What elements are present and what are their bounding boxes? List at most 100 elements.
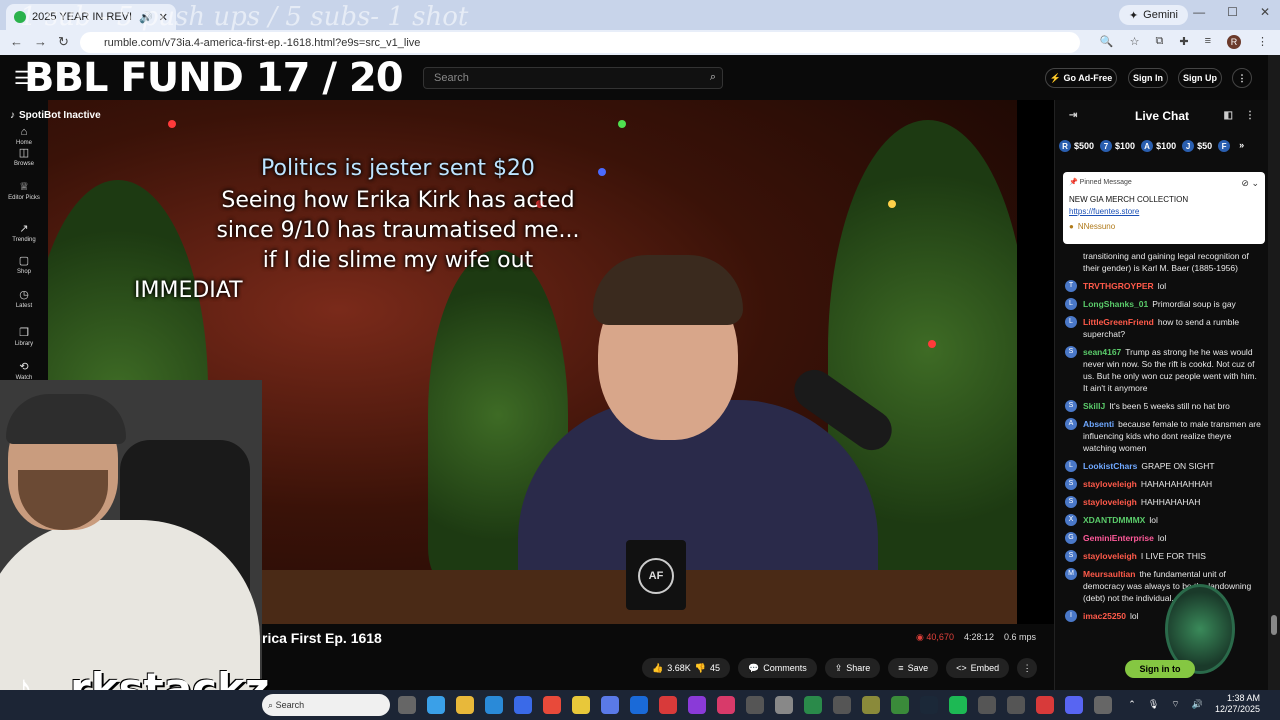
- user-avatar[interactable]: A: [1065, 418, 1077, 430]
- app-icon[interactable]: [659, 696, 677, 714]
- embed-button[interactable]: <> Embed: [946, 658, 1010, 678]
- chat-username[interactable]: LongShanks_01: [1083, 299, 1148, 309]
- chat-username[interactable]: GeminiEnterprise: [1083, 533, 1154, 543]
- chrome-profile-icon[interactable]: [572, 696, 590, 714]
- rant-chip[interactable]: R $500: [1059, 140, 1094, 152]
- app-icon[interactable]: [862, 696, 880, 714]
- rant-chip[interactable]: A $100: [1141, 140, 1176, 152]
- scroll-thumb[interactable]: [1271, 615, 1277, 635]
- sidebar-item-shop[interactable]: ▢ Shop: [0, 254, 48, 275]
- share-button[interactable]: ⇪ Share: [824, 658, 881, 678]
- sidebar-item-editor-picks[interactable]: ♕ Editor Picks: [0, 180, 48, 201]
- hide-icon[interactable]: ⊘: [1241, 178, 1249, 188]
- extension-icon[interactable]: ⧉: [1156, 35, 1164, 49]
- copilot-icon[interactable]: [427, 696, 445, 714]
- media-icon[interactable]: ≡: [1205, 35, 1211, 49]
- sidebar-item-library[interactable]: ❐ Library: [0, 326, 48, 347]
- more-options-icon[interactable]: ⋮: [1232, 68, 1252, 88]
- user-avatar[interactable]: M: [1065, 568, 1077, 580]
- chat-username[interactable]: LookistChars: [1083, 461, 1137, 471]
- chat-username[interactable]: stayloveleigh: [1083, 497, 1137, 507]
- pinned-controls[interactable]: ⊘ ⌄: [1241, 178, 1259, 189]
- sidebar-item-watch[interactable]: ⟲ Watch: [0, 360, 48, 381]
- outlook-icon[interactable]: [630, 696, 648, 714]
- chat-username[interactable]: stayloveleigh: [1083, 551, 1137, 561]
- puzzle-icon[interactable]: ✚: [1179, 35, 1188, 49]
- zoom-icon[interactable]: 🔍: [1100, 35, 1114, 49]
- app-icon[interactable]: [833, 696, 851, 714]
- rant-chip[interactable]: J $50: [1182, 140, 1212, 152]
- user-avatar[interactable]: G: [1065, 532, 1077, 544]
- popout-icon[interactable]: ◧: [1224, 110, 1233, 121]
- like-button[interactable]: 👍 3.68K 👎 45: [642, 658, 730, 678]
- sidebar-item-browse[interactable]: ◫ Browse: [0, 146, 48, 167]
- chat-username[interactable]: imac25250: [1083, 611, 1126, 621]
- user-avatar[interactable]: L: [1065, 316, 1077, 328]
- app-icon[interactable]: [775, 696, 793, 714]
- profile-avatar[interactable]: R: [1227, 35, 1241, 49]
- taskbar-search[interactable]: ⌕ Search: [262, 694, 390, 716]
- user-avatar[interactable]: S: [1065, 346, 1077, 358]
- sidebar-item-home[interactable]: ⌂ Home: [0, 126, 48, 146]
- rant-chip[interactable]: 7 $100: [1100, 140, 1135, 152]
- chat-username[interactable]: XDANTDMMMX: [1083, 515, 1145, 525]
- edge-icon[interactable]: [485, 696, 503, 714]
- chat-menu-icon[interactable]: ⋮: [1245, 110, 1255, 121]
- app-icon[interactable]: [804, 696, 822, 714]
- chat-username[interactable]: Meursaultian: [1083, 569, 1135, 579]
- spotify-icon[interactable]: [949, 696, 967, 714]
- chat-username[interactable]: TRVTHGROYPER: [1083, 281, 1154, 291]
- pinned-link[interactable]: https://fuentes.store: [1069, 207, 1139, 216]
- user-avatar[interactable]: X: [1065, 514, 1077, 526]
- collapse-chat-icon[interactable]: ⇥: [1069, 110, 1077, 121]
- settings-icon[interactable]: [1094, 696, 1112, 714]
- chevron-down-icon[interactable]: ⌄: [1251, 178, 1259, 188]
- rant-chip[interactable]: F: [1218, 140, 1233, 152]
- user-avatar[interactable]: T: [1065, 280, 1077, 292]
- teams-icon[interactable]: [601, 696, 619, 714]
- gemini-button[interactable]: ✦ Gemini: [1118, 5, 1188, 25]
- more-actions-icon[interactable]: ⋮: [1017, 658, 1038, 678]
- maximize-icon[interactable]: ☐: [1227, 5, 1238, 19]
- volume-icon[interactable]: 🔊: [1192, 699, 1203, 710]
- chat-username[interactable]: LittleGreenFriend: [1083, 317, 1154, 327]
- user-avatar[interactable]: S: [1065, 478, 1077, 490]
- address-bar[interactable]: rumble.com/v73ia.4-america-first-ep.-161…: [80, 32, 1080, 53]
- user-avatar[interactable]: S: [1065, 550, 1077, 562]
- search-input[interactable]: Search ⌕: [423, 67, 723, 89]
- app-icon[interactable]: [688, 696, 706, 714]
- chat-sign-in-button[interactable]: Sign in to: [1125, 660, 1195, 678]
- app-icon[interactable]: [1007, 696, 1025, 714]
- sidebar-item-latest[interactable]: ◷ Latest: [0, 288, 48, 309]
- task-view-icon[interactable]: [398, 696, 416, 714]
- rants-next-icon[interactable]: »: [1239, 140, 1244, 152]
- network-icon[interactable]: ⌔: [1171, 699, 1179, 710]
- chat-username[interactable]: SkillJ: [1083, 401, 1105, 411]
- page-scrollbar[interactable]: [1268, 55, 1280, 690]
- app-icon[interactable]: [746, 696, 764, 714]
- user-avatar[interactable]: L: [1065, 460, 1077, 472]
- sidebar-item-trending[interactable]: ↗ Trending: [0, 222, 48, 243]
- chat-username[interactable]: Absenti: [1083, 419, 1114, 429]
- user-avatar[interactable]: I: [1065, 610, 1077, 622]
- pinned-username[interactable]: NNessuno: [1078, 222, 1115, 231]
- sign-in-button[interactable]: Sign In: [1128, 68, 1168, 88]
- reload-icon[interactable]: ↻: [58, 34, 69, 50]
- mail-icon[interactable]: [514, 696, 532, 714]
- comments-button[interactable]: 💬 Comments: [737, 658, 817, 678]
- app-icon[interactable]: [978, 696, 996, 714]
- forward-icon[interactable]: →: [34, 34, 47, 49]
- clock[interactable]: 1:38 AM 12/27/2025: [1215, 693, 1260, 715]
- menu-dots-icon[interactable]: ⋮: [1257, 35, 1268, 49]
- search-icon[interactable]: ⌕: [710, 71, 716, 84]
- chevron-up-icon[interactable]: ⌃: [1128, 699, 1136, 710]
- save-button[interactable]: ≡ Save: [888, 658, 939, 678]
- app-icon[interactable]: [1036, 696, 1054, 714]
- app-icon[interactable]: [717, 696, 735, 714]
- chat-username[interactable]: stayloveleigh: [1083, 479, 1137, 489]
- microphone-icon[interactable]: 🎙: [1148, 699, 1159, 710]
- user-avatar[interactable]: L: [1065, 298, 1077, 310]
- discord-icon[interactable]: [1065, 696, 1083, 714]
- steam-icon[interactable]: [920, 696, 938, 714]
- chat-username[interactable]: sean4167: [1083, 347, 1121, 357]
